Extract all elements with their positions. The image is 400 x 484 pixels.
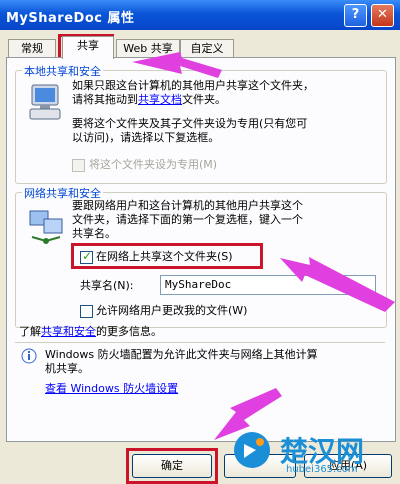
watermark-logo-icon: [234, 432, 270, 468]
firewall-info-line1: Windows 防火墙配置为允许此文件夹与网络上其他计算: [45, 348, 318, 361]
watermark-url: hubei365.com: [286, 464, 358, 475]
sharing-security-link[interactable]: 共享和安全: [41, 325, 96, 338]
help-button[interactable]: ?: [344, 4, 367, 27]
network-text-line3: 共享名。: [72, 227, 116, 240]
info-icon: [21, 348, 37, 364]
tab-customize[interactable]: 自定义: [180, 39, 234, 58]
network-text-line2: 文件夹，请选择下面的第一个复选框，键入一个: [72, 213, 303, 226]
local-sharing-group: 本地共享和安全 如果只跟这台计算机的其他用户共享这个文件夹， 请将其拖动到共享文…: [15, 63, 387, 184]
private-checkbox[interactable]: [72, 159, 85, 172]
close-button[interactable]: ✕: [371, 4, 394, 27]
divider: [15, 342, 385, 343]
share-on-network-label: 在网络上共享这个文件夹(S): [96, 250, 233, 263]
computer-icon: [29, 84, 61, 120]
learn-more-suffix: 的更多信息。: [96, 325, 162, 338]
network-text-line1: 要跟网络用户和这台计算机的其他用户共享这个: [72, 199, 303, 212]
tab-sharing[interactable]: 共享: [62, 36, 114, 59]
sharing-panel: 本地共享和安全 如果只跟这台计算机的其他用户共享这个文件夹， 请将其拖动到共享文…: [6, 57, 396, 442]
network-share-icon: [29, 210, 63, 244]
allow-change-label: 允许网络用户更改我的文件(W): [96, 304, 248, 317]
shared-documents-link[interactable]: 共享文档: [138, 93, 182, 106]
private-text-line2: 以访问)，请选择以下复选框。: [72, 131, 220, 144]
checkmark-icon: ✓: [82, 249, 93, 263]
tab-general[interactable]: 常规: [8, 39, 56, 58]
private-checkbox-label: 将这个文件夹设为专用(M): [89, 158, 218, 171]
local-text-line2a: 请将其拖动到: [72, 93, 138, 106]
tab-web-sharing[interactable]: Web 共享: [116, 39, 180, 58]
local-text-line1: 如果只跟这台计算机的其他用户共享这个文件夹，: [72, 79, 314, 92]
tab-strip: 常规 共享 Web 共享 自定义: [6, 36, 396, 59]
private-text-line1: 要将这个文件夹及其子文件夹设为专用(只有您可: [72, 117, 308, 130]
share-on-network-checkbox[interactable]: ✓: [80, 249, 93, 264]
network-sharing-group: 网络共享和安全 要跟网络用户和这台计算机的其他用户共享这个 文件夹，请选择下面的…: [15, 185, 387, 328]
allow-change-checkbox[interactable]: [80, 305, 93, 318]
firewall-settings-link[interactable]: 查看 Windows 防火墙设置: [45, 382, 178, 396]
ok-button[interactable]: 确定: [132, 454, 212, 478]
share-name-label: 共享名(N):: [80, 279, 134, 292]
title-bar: MyShareDoc 属性 ? ✕: [0, 0, 400, 30]
local-group-title: 本地共享和安全: [22, 63, 103, 79]
watermark: 楚汉网 hubei365.com: [230, 428, 400, 480]
learn-more-prefix: 了解: [19, 325, 41, 338]
local-text-line2b: 文件夹。: [182, 93, 226, 106]
firewall-info-line2: 机共享。: [45, 362, 89, 375]
window-title: MyShareDoc 属性: [6, 11, 135, 26]
share-name-input[interactable]: MyShareDoc: [160, 275, 376, 295]
